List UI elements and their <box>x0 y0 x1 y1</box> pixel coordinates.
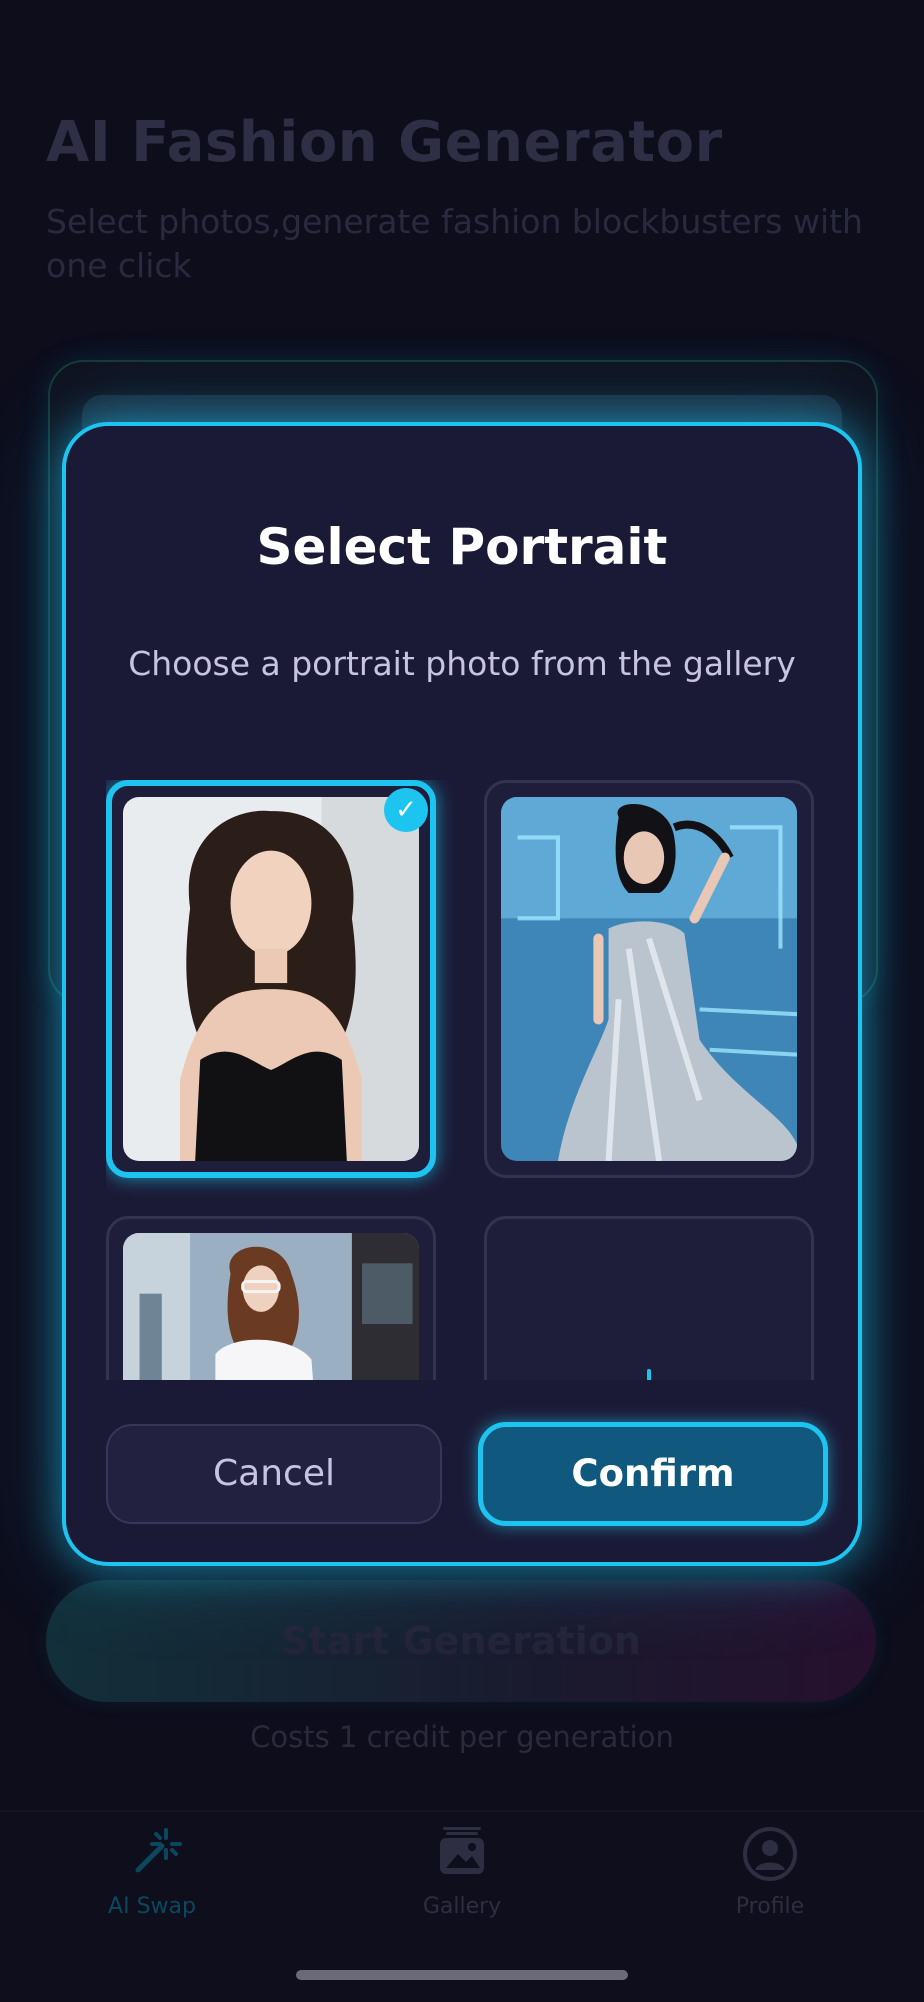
plus-icon <box>647 1369 651 1380</box>
portrait-option[interactable] <box>484 780 814 1178</box>
cost-note: Costs 1 credit per generation <box>250 1720 674 1754</box>
dialog-subtitle: Choose a portrait photo from the gallery <box>128 644 796 683</box>
tab-ai-swap[interactable]: AI Swap <box>52 1822 252 1919</box>
selected-check-icon: ✓ <box>384 788 428 832</box>
profile-icon <box>743 1827 797 1881</box>
confirm-button[interactable]: Confirm <box>478 1422 828 1526</box>
magic-wand-icon <box>135 1828 182 1873</box>
add-photo-option[interactable] <box>484 1216 814 1380</box>
portrait-option[interactable] <box>106 1216 436 1380</box>
cancel-button[interactable]: Cancel <box>106 1424 442 1524</box>
portrait-image <box>123 1233 419 1380</box>
gallery-icon <box>440 1827 484 1874</box>
page-title: AI Fashion Generator <box>46 110 723 175</box>
start-generation-label: Start Generation <box>281 1619 641 1663</box>
home-indicator <box>296 1970 628 1980</box>
dialog-title: Select Portrait <box>256 518 668 576</box>
tab-gallery[interactable]: Gallery <box>362 1822 562 1919</box>
tab-label-ai-swap: AI Swap <box>108 1894 196 1919</box>
tab-profile[interactable]: Profile <box>670 1822 870 1919</box>
portrait-image <box>123 797 419 1161</box>
page-subtitle: Select photos,generate fashion blockbust… <box>46 202 863 285</box>
portrait-image <box>501 797 797 1161</box>
select-portrait-dialog: Select Portrait Choose a portrait photo … <box>62 422 862 1566</box>
portrait-option[interactable]: ✓ <box>106 780 436 1178</box>
tab-label-gallery: Gallery <box>422 1894 502 1919</box>
portrait-grid: ✓ <box>106 780 826 1380</box>
tab-label-profile: Profile <box>735 1894 805 1919</box>
